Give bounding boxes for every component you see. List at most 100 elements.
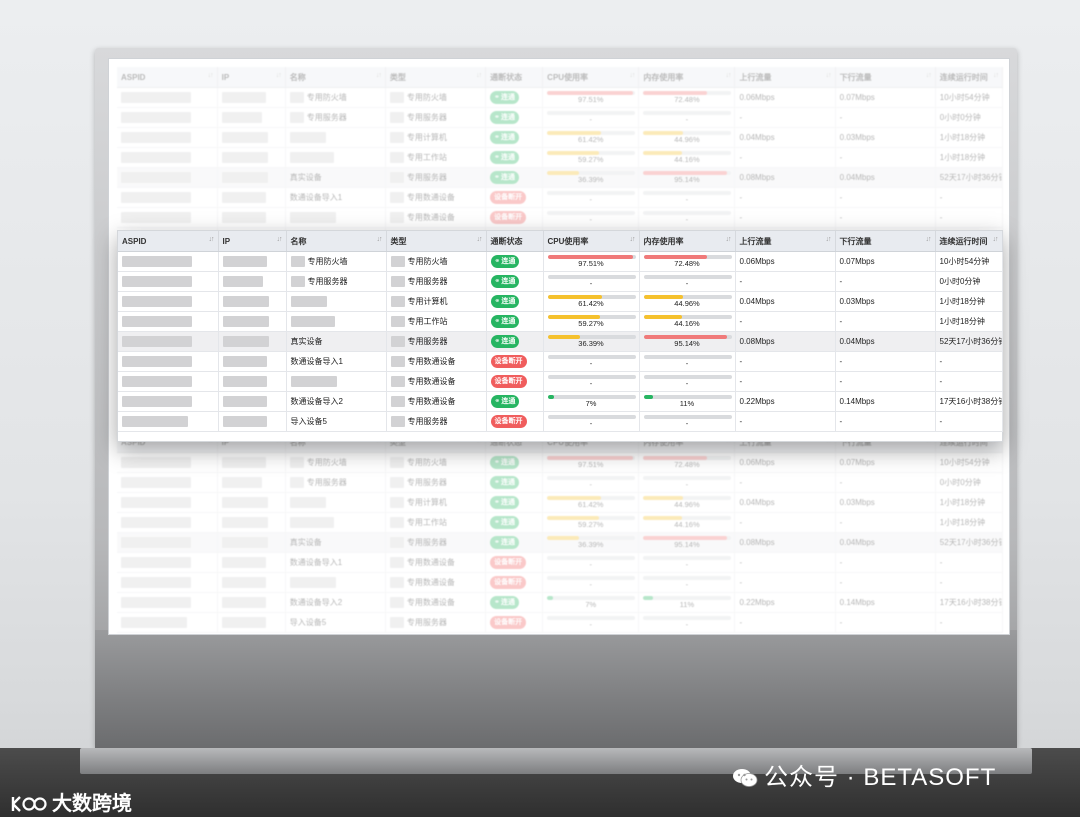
- cell-mem: -: [639, 371, 736, 392]
- column-header-type[interactable]: 类型 ↓↑: [386, 231, 487, 252]
- type-text: 专用防火墙: [407, 256, 448, 266]
- column-header-up[interactable]: 上行流量 ↓↑: [734, 67, 836, 88]
- column-header-label: 下行流量: [839, 72, 872, 82]
- table-row[interactable]: 数通设备导入2 专用数通设备 ⚭连通 7% 11% 0.22Mbps0.14Mbps17天…: [118, 391, 1003, 412]
- table-row[interactable]: 导入设备5专用服务器设备断开-----: [118, 411, 1003, 432]
- table-row[interactable]: 专用计算机 ⚭连通 61.42% 44.96% 0.04Mbps 0.03Mbps 1小时1…: [118, 291, 1003, 312]
- table-row[interactable]: 专用服务器 专用服务器 ⚭连通 - - - -0小时0分钟: [117, 107, 1004, 128]
- cell-mem: 44.16%: [638, 512, 736, 533]
- cell-aspid: [117, 532, 218, 553]
- sort-icon[interactable]: ↓↑: [826, 72, 832, 79]
- column-header-type[interactable]: 类型 ↓↑: [385, 67, 487, 88]
- sort-icon[interactable]: ↓↑: [208, 72, 214, 79]
- sort-icon[interactable]: ↓↑: [377, 236, 383, 243]
- table-row[interactable]: 专用计算机 ⚭连通 61.42% 44.96% 0.04Mbps 0.03Mbps 1小时1…: [117, 127, 1004, 148]
- column-header-mem[interactable]: 内存使用率 ↓↑: [638, 67, 736, 88]
- table-row[interactable]: 真实设备 专用服务器 ⚭连通 36.39% 95.14% 0.08Mbps 0.04Mbps…: [118, 331, 1003, 352]
- column-header-aspid[interactable]: ASPID ↓↑: [118, 231, 219, 252]
- table-row[interactable]: 真实设备 专用服务器 ⚭连通 36.39% 95.14% 0.08Mbps 0.04Mbps…: [117, 532, 1004, 553]
- redacted-ip: [221, 477, 262, 488]
- table-row[interactable]: 专用服务器 专用服务器 ⚭连通 - - - -0小时0分钟: [117, 472, 1004, 493]
- sort-icon[interactable]: ↓↑: [277, 236, 283, 243]
- table-row[interactable]: 专用防火墙 专用防火墙 ⚭连通 97.51% 72.48% 0.06Mbps 0.07Mbp…: [117, 452, 1004, 473]
- status-badge-offline: 设备断开: [490, 616, 527, 629]
- column-header-label: 连续运行时间: [939, 236, 988, 246]
- table-row[interactable]: 专用工作站 ⚭连通 59.27% 44.16% - -1小时18分钟: [118, 311, 1003, 332]
- memory-usage-value: -: [685, 620, 689, 629]
- sort-icon[interactable]: ↓↑: [725, 72, 731, 79]
- column-header-label: 名称: [290, 236, 307, 246]
- column-header-down[interactable]: 下行流量 ↓↑: [835, 67, 936, 88]
- table-row[interactable]: 数通设备导入1 专用数通设备 设备断开 - - - - -: [118, 351, 1003, 372]
- column-header-mem[interactable]: 内存使用率 ↓↑: [639, 231, 736, 252]
- cell-type: 专用服务器: [385, 472, 487, 493]
- type-text: 专用计算机: [406, 132, 447, 142]
- column-header-name[interactable]: 名称 ↓↑: [286, 231, 387, 252]
- column-header-status[interactable]: 通断状态: [486, 231, 544, 252]
- column-header-label: 内存使用率: [643, 236, 684, 246]
- sort-icon[interactable]: ↓↑: [993, 72, 999, 79]
- sort-icon[interactable]: ↓↑: [476, 72, 482, 79]
- status-badge-online: ⚭连通: [490, 151, 519, 164]
- redacted-aspid: [122, 376, 192, 387]
- column-header-cpu[interactable]: CPU使用率 ↓↑: [543, 231, 640, 252]
- table-row[interactable]: 专用工作站 ⚭连通 59.27% 44.16% - -1小时18分钟: [117, 512, 1004, 533]
- sort-icon[interactable]: ↓↑: [209, 236, 215, 243]
- memory-usage-value: 95.14%: [674, 339, 700, 348]
- table-row[interactable]: 数通设备导入2 专用数通设备 ⚭连通 7% 11% 0.22Mbps0.14Mbps17天…: [117, 592, 1004, 613]
- memory-usage-value: 72.48%: [674, 95, 700, 104]
- cell-ip: [217, 492, 286, 513]
- cell-up: -: [734, 472, 836, 493]
- sort-icon[interactable]: ↓↑: [276, 72, 282, 79]
- column-header-label: 连续运行时间: [939, 72, 988, 82]
- column-header-uptime[interactable]: 连续运行时间 ↓↑: [935, 231, 1003, 252]
- redacted-name: [289, 92, 304, 103]
- sort-icon[interactable]: ↓↑: [826, 236, 832, 243]
- table-row[interactable]: 专用计算机 ⚭连通 61.42% 44.96% 0.04Mbps 0.03Mbps 1小时1…: [117, 492, 1004, 513]
- column-header-up[interactable]: 上行流量 ↓↑: [735, 231, 836, 252]
- sort-icon[interactable]: ↓↑: [926, 72, 932, 79]
- table-row[interactable]: 数通设备导入1 专用数通设备 设备断开 - - - - -: [117, 187, 1004, 208]
- link-icon: ⚭: [494, 298, 501, 305]
- table-row[interactable]: 导入设备5专用服务器设备断开-----: [117, 612, 1004, 633]
- sort-icon[interactable]: ↓↑: [726, 236, 732, 243]
- column-header-name[interactable]: 名称 ↓↑: [285, 67, 386, 88]
- cell-status: 设备断开: [485, 207, 544, 228]
- table-row[interactable]: 专用数通设备 设备断开 - - - - -: [117, 572, 1004, 593]
- cell-status: ⚭连通: [486, 331, 544, 352]
- table-row[interactable]: 真实设备 专用服务器 ⚭连通 36.39% 95.14% 0.08Mbps 0.04Mbps…: [117, 167, 1004, 188]
- table-row[interactable]: 专用防火墙 专用防火墙 ⚭连通 97.51% 72.48% 0.06Mbps 0.07Mbp…: [118, 251, 1003, 272]
- table-row[interactable]: 专用数通设备 设备断开 - - - - -: [118, 371, 1003, 392]
- cell-mem: 95.14%: [639, 331, 736, 352]
- table-row[interactable]: 专用防火墙 专用防火墙 ⚭连通 97.51% 72.48% 0.06Mbps 0.07Mbp…: [117, 87, 1004, 108]
- sort-icon[interactable]: ↓↑: [477, 236, 483, 243]
- column-header-status[interactable]: 通断状态: [485, 67, 544, 88]
- table-row[interactable]: 数通设备导入1 专用数通设备 设备断开 - - - - -: [117, 552, 1004, 573]
- column-header-aspid[interactable]: ASPID ↓↑: [117, 67, 218, 88]
- cell-up: -: [735, 311, 836, 332]
- column-header-cpu[interactable]: CPU使用率 ↓↑: [542, 67, 640, 88]
- cell-name: [285, 512, 386, 533]
- sort-icon[interactable]: ↓↑: [926, 236, 932, 243]
- sort-icon[interactable]: ↓↑: [630, 236, 636, 243]
- table-row[interactable]: 专用工作站 ⚭连通 59.27% 44.16% - -1小时18分钟: [117, 147, 1004, 168]
- table-row[interactable]: 专用数通设备 设备断开 - - - - -: [117, 207, 1004, 228]
- table-row[interactable]: 专用服务器 专用服务器 ⚭连通 - - - -0小时0分钟: [118, 271, 1003, 292]
- redacted-aspid: [121, 497, 191, 508]
- cell-status: ⚭连通: [485, 532, 544, 553]
- column-header-down[interactable]: 下行流量 ↓↑: [835, 231, 936, 252]
- sort-icon[interactable]: ↓↑: [993, 236, 999, 243]
- column-header-uptime[interactable]: 连续运行时间 ↓↑: [935, 67, 1004, 88]
- sort-icon[interactable]: ↓↑: [629, 72, 635, 79]
- cpu-usage-value: -: [589, 215, 593, 224]
- redacted-ip: [221, 172, 268, 183]
- column-header-ip[interactable]: IP ↓↑: [218, 231, 287, 252]
- status-badge-online: ⚭连通: [490, 131, 519, 144]
- column-header-ip[interactable]: IP ↓↑: [217, 67, 286, 88]
- cell-up: -: [734, 187, 836, 208]
- cell-status: 设备断开: [485, 572, 544, 593]
- type-text: 专用服务器: [406, 477, 447, 487]
- sort-icon[interactable]: ↓↑: [376, 72, 382, 79]
- cell-ip: [217, 532, 286, 553]
- redacted-type-prefix: [390, 396, 405, 408]
